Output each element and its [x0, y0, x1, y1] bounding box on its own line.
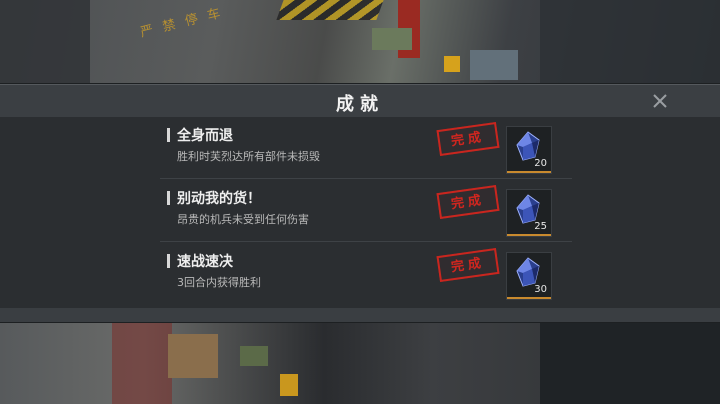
container	[470, 50, 518, 80]
dialog-title: 成就	[336, 94, 384, 115]
row-marker	[167, 128, 170, 142]
reward-item[interactable]: 30	[506, 252, 552, 300]
achievement-name: 速战速决	[177, 254, 233, 270]
completed-stamp: 完成	[436, 184, 500, 220]
blue-crystal-icon	[516, 194, 540, 224]
dialog-header: 成就	[0, 84, 720, 117]
reward-count: 30	[534, 284, 547, 295]
reward-count: 25	[534, 221, 547, 232]
reward-accent-bar	[507, 297, 551, 299]
row-marker	[167, 254, 170, 268]
reward-count: 20	[534, 158, 547, 169]
achievement-description: 胜利时芙烈达所有部件未损毁	[177, 150, 320, 163]
reward-item[interactable]: 20	[506, 126, 552, 174]
reward-item[interactable]: 25	[506, 189, 552, 237]
wooden-crates	[168, 334, 218, 378]
achievements-dialog: 成就 全身而退 胜利时芙烈达所有部件未损毁 完成 20 别动我的货！ 昂贵的机兵…	[0, 84, 720, 322]
achievement-description: 昂贵的机兵未受到任何伤害	[177, 213, 309, 226]
background-scene-bottom	[0, 322, 720, 404]
reward-accent-bar	[507, 234, 551, 236]
reward-accent-bar	[507, 171, 551, 173]
scene-shadow	[540, 322, 720, 404]
achievement-row: 别动我的货！ 昂贵的机兵未受到任何伤害 完成 25	[160, 179, 572, 242]
completed-stamp: 完成	[436, 121, 500, 157]
green-crate	[372, 28, 412, 50]
hazard-stripe	[276, 0, 384, 20]
achievement-name: 全身而退	[177, 128, 233, 144]
achievement-row: 速战速决 3回合内获得胜利 完成 30	[160, 242, 572, 304]
achievement-list: 全身而退 胜利时芙烈达所有部件未损毁 完成 20 别动我的货！ 昂贵的机兵未受到…	[160, 116, 572, 304]
close-button[interactable]	[648, 89, 672, 113]
blue-crystal-icon	[516, 131, 540, 161]
background-scene-top: 严禁停车	[0, 0, 720, 84]
achievement-name: 别动我的货！	[177, 191, 261, 207]
close-icon	[653, 94, 667, 108]
forklift	[280, 374, 298, 396]
row-marker	[167, 191, 170, 205]
completed-stamp: 完成	[436, 247, 500, 283]
achievement-row: 全身而退 胜利时芙烈达所有部件未损毁 完成 20	[160, 116, 572, 179]
dialog-footer	[0, 308, 720, 322]
blue-crystal-icon	[516, 257, 540, 287]
scene-wall	[0, 0, 90, 84]
no-parking-floor-sign: 严禁停车	[138, 3, 232, 41]
achievement-description: 3回合内获得胜利	[177, 276, 261, 289]
forklift	[444, 56, 460, 72]
green-crate	[240, 346, 268, 366]
scene-shadow	[540, 0, 720, 84]
scene-girder	[112, 322, 172, 404]
